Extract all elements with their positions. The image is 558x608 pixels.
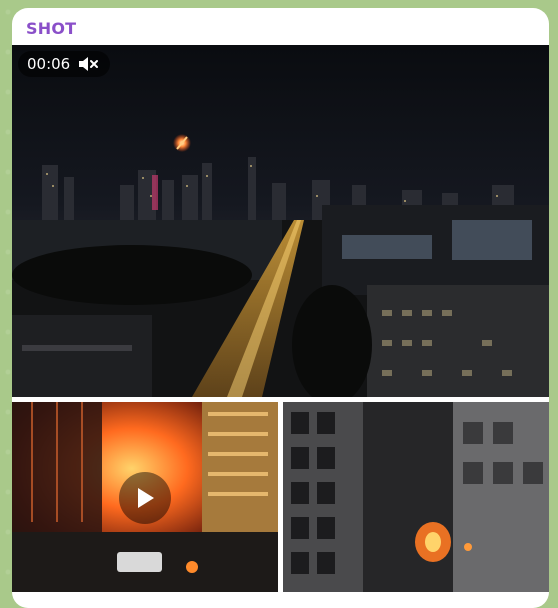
fire-street-video-thumbnail[interactable] bbox=[12, 402, 278, 592]
video-duration: 00:06 bbox=[27, 55, 71, 73]
damaged-building-photo[interactable] bbox=[283, 402, 549, 592]
video-timer: 00:06 bbox=[18, 51, 111, 77]
speaker-muted-icon[interactable] bbox=[78, 55, 100, 73]
play-icon bbox=[138, 488, 154, 508]
night-city-video-frame bbox=[12, 45, 549, 397]
sender-name[interactable]: SHOT bbox=[26, 19, 76, 38]
play-button[interactable] bbox=[119, 472, 171, 524]
message-bubble: SHOT 00:06 bbox=[12, 8, 549, 608]
main-video[interactable]: 00:06 bbox=[12, 45, 549, 397]
damaged-building-frame bbox=[283, 402, 549, 592]
